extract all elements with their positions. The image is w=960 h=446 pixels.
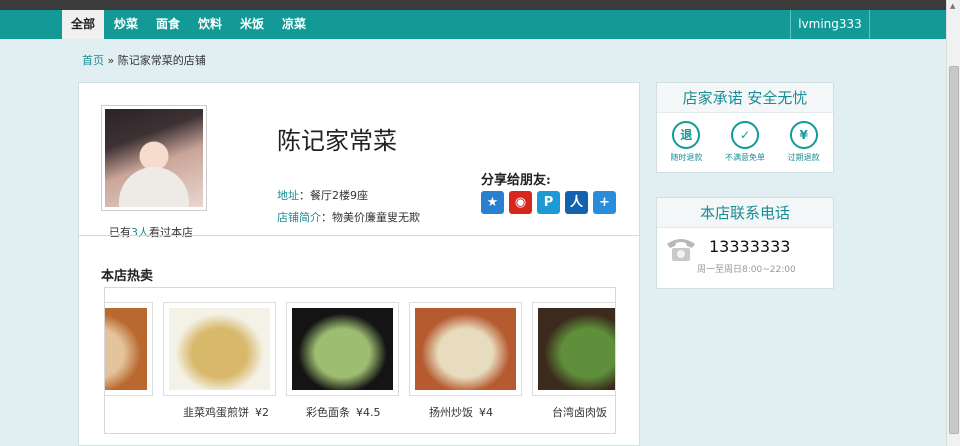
- promise-badge-icon: ¥: [789, 121, 818, 149]
- nav-item-drinks[interactable]: 饮料: [190, 10, 230, 39]
- share-icon-row: ★ ◉ P 人 +: [481, 191, 616, 214]
- breadcrumb-separator: »: [107, 54, 115, 67]
- promise-label: 不满意免单: [724, 153, 765, 162]
- product-image[interactable]: [415, 308, 516, 390]
- product-price: ¥4: [479, 406, 493, 419]
- product-image-frame[interactable]: [409, 302, 522, 396]
- promise-box: 店家承诺 安全无忧 退随时退款 ✓ 不满意免单 ¥ 过期退款: [656, 82, 834, 173]
- shop-avatar: [105, 109, 203, 207]
- promise-item: ✓ 不满意免单: [717, 121, 773, 163]
- product-caption[interactable]: 台湾卤肉饭: [552, 404, 613, 420]
- hot-products-carousel[interactable]: 水饺¥8韭菜鸡蛋煎饼¥2彩色面条¥4.5扬州炒饭¥4台湾卤肉饭: [104, 287, 616, 434]
- address-value: ：餐厅2楼9座: [299, 189, 368, 202]
- product-image-frame[interactable]: [286, 302, 399, 396]
- nav-item-noodles[interactable]: 面食: [148, 10, 188, 39]
- intro-value: ：物美价廉童叟无欺: [321, 211, 420, 224]
- intro-label: 店铺简介: [277, 211, 321, 224]
- product-image-frame[interactable]: [532, 302, 615, 396]
- nav-item-stir-fry[interactable]: 炒菜: [106, 10, 146, 39]
- promise-title: 店家承诺 安全无忧: [657, 83, 833, 113]
- tencent-weibo-share-icon[interactable]: P: [537, 191, 560, 214]
- product-image[interactable]: [292, 308, 393, 390]
- scroll-up-arrow-icon[interactable]: ▲: [950, 2, 955, 10]
- product-image-frame[interactable]: [105, 302, 153, 396]
- nav-item-cold-dishes[interactable]: 凉菜: [274, 10, 314, 39]
- browser-top-strip: [0, 0, 946, 10]
- contact-box: 本店联系电话 13333333 周一至周日8:00~22:00: [656, 197, 834, 289]
- shop-address: 地址：餐厅2楼9座: [277, 187, 368, 203]
- address-label: 地址: [277, 189, 299, 202]
- qzone-share-icon[interactable]: ★: [481, 191, 504, 214]
- breadcrumb-current: 陈记家常菜的店铺: [117, 54, 206, 67]
- product-price: ¥4.5: [356, 406, 381, 419]
- promise-label: 随时退款: [670, 153, 703, 162]
- contact-title: 本店联系电话: [657, 198, 833, 228]
- product-image[interactable]: [538, 308, 615, 390]
- breadcrumb: 首页 » 陈记家常菜的店铺: [82, 52, 206, 68]
- contact-hours: 周一至周日8:00~22:00: [697, 265, 796, 275]
- nav-item-rice[interactable]: 米饭: [232, 10, 272, 39]
- renren-share-icon[interactable]: 人: [565, 191, 588, 214]
- product-name[interactable]: 韭菜鸡蛋煎饼: [183, 406, 249, 419]
- product-caption[interactable]: 扬州炒饭 ¥4: [429, 404, 493, 420]
- visitor-number: 3人: [131, 226, 149, 239]
- promise-item: 退随时退款: [658, 121, 714, 163]
- section-divider: [79, 235, 639, 236]
- promise-badge-icon: 退: [672, 121, 701, 149]
- visitor-count: 已有3人看过本店: [109, 224, 193, 240]
- shop-title: 陈记家常菜: [277, 127, 397, 155]
- telephone-icon: [667, 239, 695, 261]
- product-image[interactable]: [105, 308, 147, 390]
- product-image-frame[interactable]: [163, 302, 276, 396]
- promise-item: ¥ 过期退款: [776, 121, 832, 163]
- product-name[interactable]: 扬州炒饭: [429, 406, 473, 419]
- product-price: ¥2: [255, 406, 269, 419]
- page-scrollbar[interactable]: ▲: [946, 0, 960, 446]
- nav-item-all[interactable]: 全部: [62, 10, 104, 39]
- visitor-suffix: 看过本店: [149, 226, 193, 239]
- weibo-share-icon[interactable]: ◉: [509, 191, 532, 214]
- shop-intro: 店铺简介：物美价廉童叟无欺: [277, 209, 420, 225]
- shop-main-panel: 已有3人看过本店 陈记家常菜 地址：餐厅2楼9座 店铺简介：物美价廉童叟无欺 分…: [78, 82, 640, 446]
- scrollbar-thumb[interactable]: [949, 66, 959, 434]
- visitor-prefix: 已有: [109, 226, 131, 239]
- product-caption[interactable]: 韭菜鸡蛋煎饼 ¥2: [183, 404, 269, 420]
- contact-phone-number: 13333333: [709, 237, 791, 256]
- shop-avatar-frame: [101, 105, 207, 211]
- top-nav-bar: 全部 炒菜 面食 饮料 米饭 凉菜 lvming333: [0, 10, 946, 39]
- hot-sales-title: 本店热卖: [101, 269, 154, 284]
- product-name[interactable]: 台湾卤肉饭: [552, 406, 607, 419]
- promise-items: 退随时退款 ✓ 不满意免单 ¥ 过期退款: [657, 121, 833, 163]
- more-share-icon[interactable]: +: [593, 191, 616, 214]
- promise-badge-icon: ✓: [730, 121, 759, 149]
- product-name[interactable]: 彩色面条: [306, 406, 350, 419]
- promise-label: 过期退款: [787, 153, 820, 162]
- product-caption[interactable]: 彩色面条 ¥4.5: [306, 404, 381, 420]
- share-title: 分享给朋友:: [481, 173, 551, 188]
- breadcrumb-home-link[interactable]: 首页: [82, 54, 104, 67]
- product-image[interactable]: [169, 308, 270, 390]
- user-account-link[interactable]: lvming333: [790, 10, 870, 39]
